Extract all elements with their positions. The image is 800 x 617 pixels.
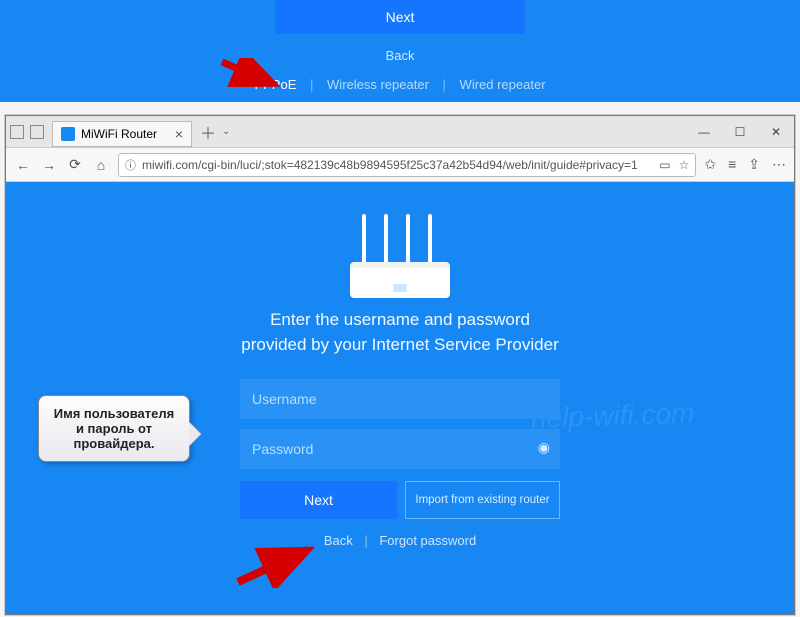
link-separator: |: [364, 533, 367, 548]
close-window-button[interactable]: ✕: [758, 116, 794, 148]
top-setup-panel: Next Back PPPoE | Wireless repeater | Wi…: [0, 0, 800, 102]
tab-wireless-repeater[interactable]: Wireless repeater: [327, 77, 429, 92]
browser-tab[interactable]: MiWiFi Router ×: [52, 121, 192, 147]
tab-separator: |: [443, 77, 446, 92]
new-tab-button[interactable]: ＋: [200, 120, 216, 144]
panel-icon[interactable]: [10, 125, 24, 139]
back-link-top[interactable]: Back: [386, 48, 415, 63]
refresh-button[interactable]: ⟳: [66, 156, 84, 173]
reading-list-icon[interactable]: ≡: [728, 156, 736, 173]
favicon-icon: [61, 127, 75, 141]
forward-button[interactable]: →: [40, 157, 58, 173]
browser-tabbar: MiWiFi Router × ＋ ⌄ — ☐ ✕: [6, 116, 794, 148]
panel-icon[interactable]: [30, 125, 44, 139]
url-text: miwifi.com/cgi-bin/luci/;stok=482139c48b…: [142, 158, 653, 172]
favorite-icon[interactable]: ☆: [679, 158, 690, 172]
minimize-button[interactable]: —: [686, 116, 722, 148]
import-button[interactable]: Import from existing router: [405, 481, 560, 519]
favorites-icon[interactable]: ✩: [704, 156, 716, 173]
next-button-top[interactable]: Next: [275, 0, 525, 34]
password-input[interactable]: [240, 429, 560, 469]
back-link[interactable]: Back: [324, 533, 353, 548]
username-input[interactable]: [240, 379, 560, 419]
close-tab-icon[interactable]: ×: [175, 126, 183, 142]
back-button[interactable]: ←: [14, 157, 32, 173]
tab-title: MiWiFi Router: [81, 127, 157, 141]
forgot-password-link[interactable]: Forgot password: [379, 533, 476, 548]
maximize-button[interactable]: ☐: [722, 116, 758, 148]
router-illustration: [340, 208, 460, 298]
site-info-icon[interactable]: ⓘ: [125, 157, 136, 173]
menu-icon[interactable]: ⋯: [772, 156, 786, 173]
reader-mode-icon[interactable]: ▭: [659, 158, 670, 172]
page-heading: Enter the username and password provided…: [240, 308, 560, 357]
share-icon[interactable]: ⇪: [748, 156, 760, 173]
browser-toolbar: ← → ⟳ ⌂ ⓘ miwifi.com/cgi-bin/luci/;stok=…: [6, 148, 794, 182]
sidebar-toggle-icons[interactable]: [10, 125, 44, 139]
show-password-icon[interactable]: ◉: [538, 439, 550, 456]
annotation-callout: Имя пользователя и пароль от провайдера.: [38, 395, 190, 462]
bottom-links: Back | Forgot password: [324, 533, 476, 548]
tabs-dropdown-icon[interactable]: ⌄: [222, 126, 230, 137]
home-button[interactable]: ⌂: [92, 157, 110, 173]
address-bar[interactable]: ⓘ miwifi.com/cgi-bin/luci/;stok=482139c4…: [118, 153, 696, 177]
next-button[interactable]: Next: [240, 481, 397, 519]
browser-window: MiWiFi Router × ＋ ⌄ — ☐ ✕ ← → ⟳ ⌂ ⓘ miwi…: [5, 115, 795, 615]
tab-separator: |: [310, 77, 313, 92]
connection-type-tabs: PPPoE | Wireless repeater | Wired repeat…: [254, 77, 545, 92]
tab-wired-repeater[interactable]: Wired repeater: [460, 77, 546, 92]
callout-text: Имя пользователя и пароль от провайдера.: [54, 406, 174, 451]
tab-pppoe[interactable]: PPPoE: [254, 77, 296, 92]
